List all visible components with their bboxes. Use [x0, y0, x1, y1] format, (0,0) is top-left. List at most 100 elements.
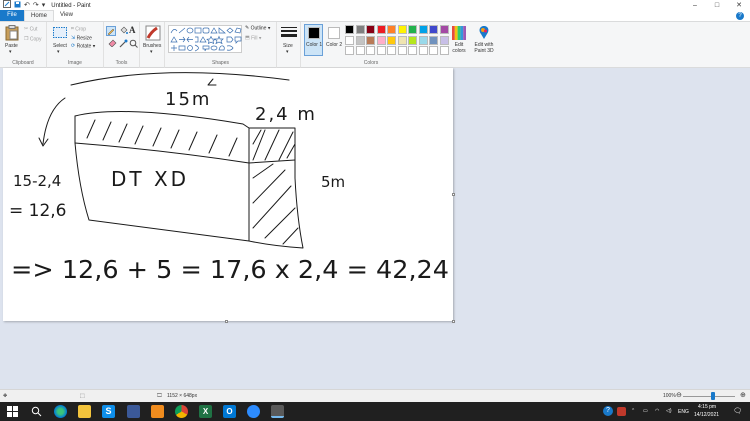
resize-handle-right[interactable]	[452, 193, 455, 196]
tab-file[interactable]: File	[0, 10, 24, 21]
rotate-button[interactable]: ⟳ Rotate ▾	[71, 43, 95, 49]
antivirus-tray-icon[interactable]	[617, 407, 626, 416]
image-group: Select ▾ ⌗ Crop ⇲ Resize ⟳ Rotate ▾ Imag…	[47, 22, 104, 68]
remote-desktop-icon[interactable]	[127, 405, 140, 418]
zoom-slider-track[interactable]	[683, 396, 735, 397]
color2-swatch[interactable]	[328, 27, 340, 39]
zoom-app-icon[interactable]	[247, 405, 260, 418]
store-app-icon[interactable]	[151, 405, 164, 418]
clock-time[interactable]: 4:15 pm	[698, 404, 716, 410]
customize-toolbar-icon[interactable]: ▾	[42, 1, 46, 10]
palette-swatch[interactable]	[429, 25, 438, 34]
palette-swatch[interactable]	[408, 35, 417, 45]
windows-start-icon[interactable]	[6, 405, 19, 418]
palette-swatch[interactable]	[397, 25, 407, 34]
eraser-tool[interactable]	[108, 39, 117, 49]
edit-with-paint3d-button[interactable]: Edit with Paint 3D	[469, 42, 499, 54]
maximize-button[interactable]: □	[706, 0, 728, 11]
palette-swatch[interactable]	[376, 46, 386, 55]
edit-colors-button[interactable]: Edit colors	[448, 42, 470, 54]
show-hidden-icons[interactable]: ⌃	[631, 408, 635, 414]
edit-colors-icon[interactable]	[452, 26, 466, 42]
notifications-icon[interactable]: 🗨	[733, 407, 742, 415]
pencil-tool[interactable]	[106, 26, 116, 36]
fill-tool[interactable]	[119, 26, 128, 37]
size-icon[interactable]	[280, 26, 298, 42]
magnifier-icon	[129, 39, 138, 48]
resize-handle-corner[interactable]	[452, 320, 455, 323]
redo-icon[interactable]: ↷	[33, 1, 39, 10]
palette-swatch[interactable]	[376, 25, 386, 34]
edge-browser-icon[interactable]	[54, 405, 67, 418]
text-tool[interactable]: A	[129, 25, 136, 35]
network-tray-icon[interactable]: ▭	[643, 408, 648, 414]
fill-button[interactable]: ⬒ Fill ▾	[245, 35, 261, 41]
color-picker-tool[interactable]	[119, 39, 128, 50]
outline-button[interactable]: ✎ Outline ▾	[245, 25, 270, 31]
palette-swatch[interactable]	[387, 25, 396, 34]
chrome-icon[interactable]	[175, 405, 188, 418]
paste-icon[interactable]	[5, 25, 19, 43]
canvas-size-text: 1152 × 648px	[167, 393, 198, 399]
drawing-canvas[interactable]: 15m 2,4 m 15-2,4 = 12,6 DT XD 5m => 12,6…	[3, 68, 453, 321]
tab-view[interactable]: View	[54, 10, 79, 21]
zoom-out-button[interactable]: ⊖	[676, 391, 682, 399]
resize-button[interactable]: ⇲ Resize	[71, 35, 92, 41]
copy-button[interactable]: ❐ Copy	[24, 36, 42, 42]
minimize-button[interactable]: –	[684, 0, 706, 11]
palette-swatch[interactable]	[355, 35, 365, 45]
brushes-dropdown-icon[interactable]: ▾	[150, 49, 153, 55]
palette-swatch[interactable]	[366, 25, 375, 34]
paste-dropdown-icon[interactable]: ▾	[9, 49, 12, 55]
shapes-gallery[interactable]	[168, 25, 242, 53]
palette-swatch[interactable]	[355, 25, 365, 34]
zoom-slider-thumb[interactable]	[711, 392, 715, 400]
cut-button[interactable]: ✂ Cut	[24, 26, 37, 32]
crop-button[interactable]: ⌗ Crop	[71, 26, 86, 32]
help-tray-icon[interactable]: ?	[603, 406, 613, 416]
select-dropdown-icon[interactable]: ▾	[57, 49, 60, 55]
undo-icon[interactable]: ↶	[24, 1, 30, 10]
brush-icon[interactable]	[145, 25, 161, 43]
magnifier-tool[interactable]	[129, 39, 138, 50]
palette-swatch[interactable]	[376, 35, 386, 45]
palette-swatch[interactable]	[397, 35, 407, 45]
select-icon[interactable]	[53, 27, 67, 40]
size-dropdown-icon[interactable]: ▾	[286, 49, 289, 55]
palette-swatch[interactable]	[397, 46, 407, 55]
paint-taskbar-icon[interactable]	[271, 405, 284, 418]
wifi-icon[interactable]: ◠	[655, 408, 659, 414]
volume-icon[interactable]: ◁)	[666, 408, 672, 414]
palette-swatch[interactable]	[439, 25, 449, 34]
palette-swatch[interactable]	[429, 46, 438, 55]
palette-swatch[interactable]	[408, 25, 417, 34]
palette-swatch[interactable]	[387, 46, 396, 55]
resize-handle-bottom[interactable]	[225, 320, 228, 323]
outlook-icon[interactable]: O	[223, 405, 236, 418]
skype-icon[interactable]: S	[102, 405, 115, 418]
save-icon[interactable]	[14, 1, 21, 11]
palette-swatch[interactable]	[429, 35, 438, 45]
palette-swatch[interactable]	[355, 46, 365, 55]
help-icon[interactable]: ?	[736, 12, 744, 20]
palette-swatch[interactable]	[345, 25, 354, 34]
palette-swatch[interactable]	[408, 46, 417, 55]
palette-swatch[interactable]	[387, 35, 396, 45]
palette-swatch[interactable]	[418, 46, 428, 55]
palette-swatch[interactable]	[345, 35, 354, 45]
paint-3d-icon[interactable]	[477, 25, 491, 42]
palette-swatch[interactable]	[366, 35, 375, 45]
clock-date[interactable]: 14/12/2021	[694, 412, 719, 418]
search-icon[interactable]	[30, 405, 43, 418]
close-button[interactable]: ✕	[728, 0, 750, 11]
excel-icon[interactable]: X	[199, 405, 212, 418]
language-indicator[interactable]: ENG	[678, 409, 689, 415]
tab-home[interactable]: Home	[24, 10, 55, 21]
top-dimension-text: 15m	[165, 89, 211, 110]
palette-swatch[interactable]	[366, 46, 375, 55]
file-explorer-icon[interactable]	[78, 405, 91, 418]
palette-swatch[interactable]	[345, 46, 354, 55]
palette-swatch[interactable]	[418, 35, 428, 45]
zoom-in-button[interactable]: ⊕	[740, 391, 746, 399]
palette-swatch[interactable]	[418, 25, 428, 34]
